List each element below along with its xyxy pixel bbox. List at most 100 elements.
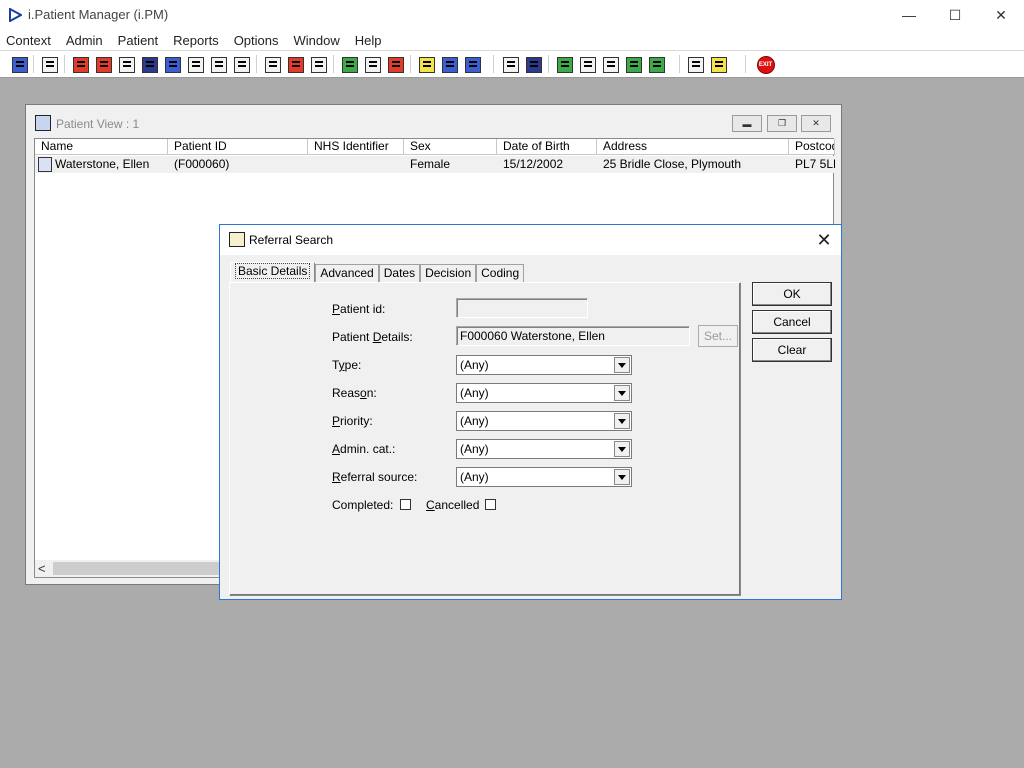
child-minimize-button[interactable]: ▬ [732, 115, 762, 132]
close-icon: ✕ [812, 118, 820, 128]
tab-label: Coding [481, 266, 520, 280]
m-button[interactable] [139, 54, 160, 75]
child-restore-button[interactable]: ❐ [767, 115, 797, 132]
flag-button[interactable] [208, 54, 229, 75]
horizontal-scrollbar[interactable]: < [35, 560, 235, 577]
scrollbar-track[interactable] [53, 562, 235, 575]
m-icon [141, 56, 158, 73]
search-record-button[interactable] [116, 54, 137, 75]
dialog-close-button[interactable]: ✕ [813, 229, 835, 251]
bed-button[interactable] [439, 54, 460, 75]
priority-select[interactable]: (Any) [456, 411, 632, 431]
column-header-sex[interactable]: Sex [404, 139, 497, 155]
refresh-button[interactable] [646, 54, 667, 75]
column-header-nhs-identifier[interactable]: NHS Identifier [308, 139, 404, 155]
bar-chart-button[interactable] [523, 54, 544, 75]
minimize-button[interactable]: — [886, 0, 932, 30]
mail-button[interactable] [577, 54, 598, 75]
column-header-date-of-birth[interactable]: Date of Birth [497, 139, 597, 155]
clear-button[interactable]: Clear [752, 338, 832, 362]
globe-button[interactable] [554, 54, 575, 75]
tab-basic-details[interactable]: Basic Details [230, 262, 316, 283]
flag-alt-button[interactable] [231, 54, 252, 75]
child-close-button[interactable]: ✕ [801, 115, 831, 132]
toolbar: EXIT [0, 50, 1024, 78]
chevron-down-icon[interactable] [614, 357, 630, 373]
compass-button[interactable] [385, 54, 406, 75]
list-button[interactable] [308, 54, 329, 75]
magnifier-button[interactable] [262, 54, 283, 75]
toolbar-separator [548, 55, 549, 73]
table-row[interactable]: Waterstone, Ellen (F000060) Female 15/12… [35, 156, 835, 173]
message-icon [364, 56, 381, 73]
tab-advanced[interactable]: Advanced [315, 264, 379, 283]
exit-button[interactable]: EXIT [755, 54, 776, 75]
document-button[interactable] [416, 54, 437, 75]
patient-id-input[interactable] [456, 298, 588, 318]
tab-coding[interactable]: Coding [476, 264, 525, 283]
tab-dates[interactable]: Dates [378, 264, 421, 283]
cancelled-checkbox[interactable] [485, 499, 496, 510]
doctor-icon [164, 56, 181, 73]
maximize-icon: ☐ [948, 6, 962, 23]
patient-button[interactable] [9, 54, 30, 75]
admin-cat-select[interactable]: (Any) [456, 439, 632, 459]
reason-select[interactable]: (Any) [456, 383, 632, 403]
menu-admin[interactable]: Admin [60, 33, 109, 48]
book-button[interactable] [70, 54, 91, 75]
type-select[interactable]: (Any) [456, 355, 632, 375]
tab-decision[interactable]: Decision [420, 264, 477, 283]
column-header-address[interactable]: Address [597, 139, 789, 155]
maximize-button[interactable]: ☐ [932, 0, 978, 30]
chevron-down-icon[interactable] [614, 385, 630, 401]
referral-icon [229, 232, 245, 247]
menu-patient[interactable]: Patient [112, 33, 164, 48]
menu-bar: Context Admin Patient Reports Options Wi… [0, 30, 1024, 50]
chevron-down-icon[interactable] [614, 413, 630, 429]
patient-details-label: Patient Details: [332, 330, 413, 344]
completed-label: Completed: [332, 498, 394, 512]
cell-date-of-birth: 15/12/2002 [503, 157, 564, 171]
referral-search-dialog: Referral Search ✕ Basic Details Advanced… [219, 224, 842, 600]
referral-source-select[interactable]: (Any) [456, 467, 632, 487]
column-header-patient-id[interactable]: Patient ID [168, 139, 308, 155]
warning-icon [710, 56, 727, 73]
chevron-down-icon[interactable] [614, 441, 630, 457]
close-button[interactable]: ✕ [978, 0, 1024, 30]
notes-button[interactable] [185, 54, 206, 75]
column-header-name[interactable]: Name [35, 139, 168, 155]
scroll-left-icon[interactable]: < [38, 560, 46, 577]
chevron-down-icon[interactable] [614, 469, 630, 485]
patient-icon [38, 157, 52, 172]
clock-button[interactable] [285, 54, 306, 75]
type-value: (Any) [460, 358, 489, 372]
menu-reports[interactable]: Reports [167, 33, 225, 48]
menu-options[interactable]: Options [228, 33, 285, 48]
menu-help[interactable]: Help [349, 33, 388, 48]
check-mail-button[interactable] [600, 54, 621, 75]
book-icon [72, 56, 89, 73]
card-button[interactable] [339, 54, 360, 75]
warning-button[interactable] [708, 54, 729, 75]
menu-window[interactable]: Window [288, 33, 346, 48]
page-button[interactable] [500, 54, 521, 75]
tab-label: Advanced [320, 266, 374, 280]
swap-button[interactable] [685, 54, 706, 75]
menu-context[interactable]: Context [0, 33, 57, 48]
transfer-button[interactable] [462, 54, 483, 75]
ok-button[interactable]: OK [752, 282, 832, 306]
message-button[interactable] [362, 54, 383, 75]
column-header-postcode[interactable]: Postcode [789, 139, 835, 155]
set-button[interactable]: Set... [698, 325, 738, 347]
printer-button[interactable] [39, 54, 60, 75]
toolbar-separator [33, 55, 34, 73]
cancel-button[interactable]: Cancel [752, 310, 832, 334]
dialog-titlebar: Referral Search ✕ [220, 225, 841, 255]
toolbar-separator [256, 55, 257, 73]
priority-label: Priority: [332, 414, 373, 428]
doctor-button[interactable] [162, 54, 183, 75]
completed-checkbox[interactable] [400, 499, 411, 510]
forward-button[interactable] [623, 54, 644, 75]
edit-record-button[interactable] [93, 54, 114, 75]
admin-cat-label: Admin. cat.: [332, 442, 396, 456]
